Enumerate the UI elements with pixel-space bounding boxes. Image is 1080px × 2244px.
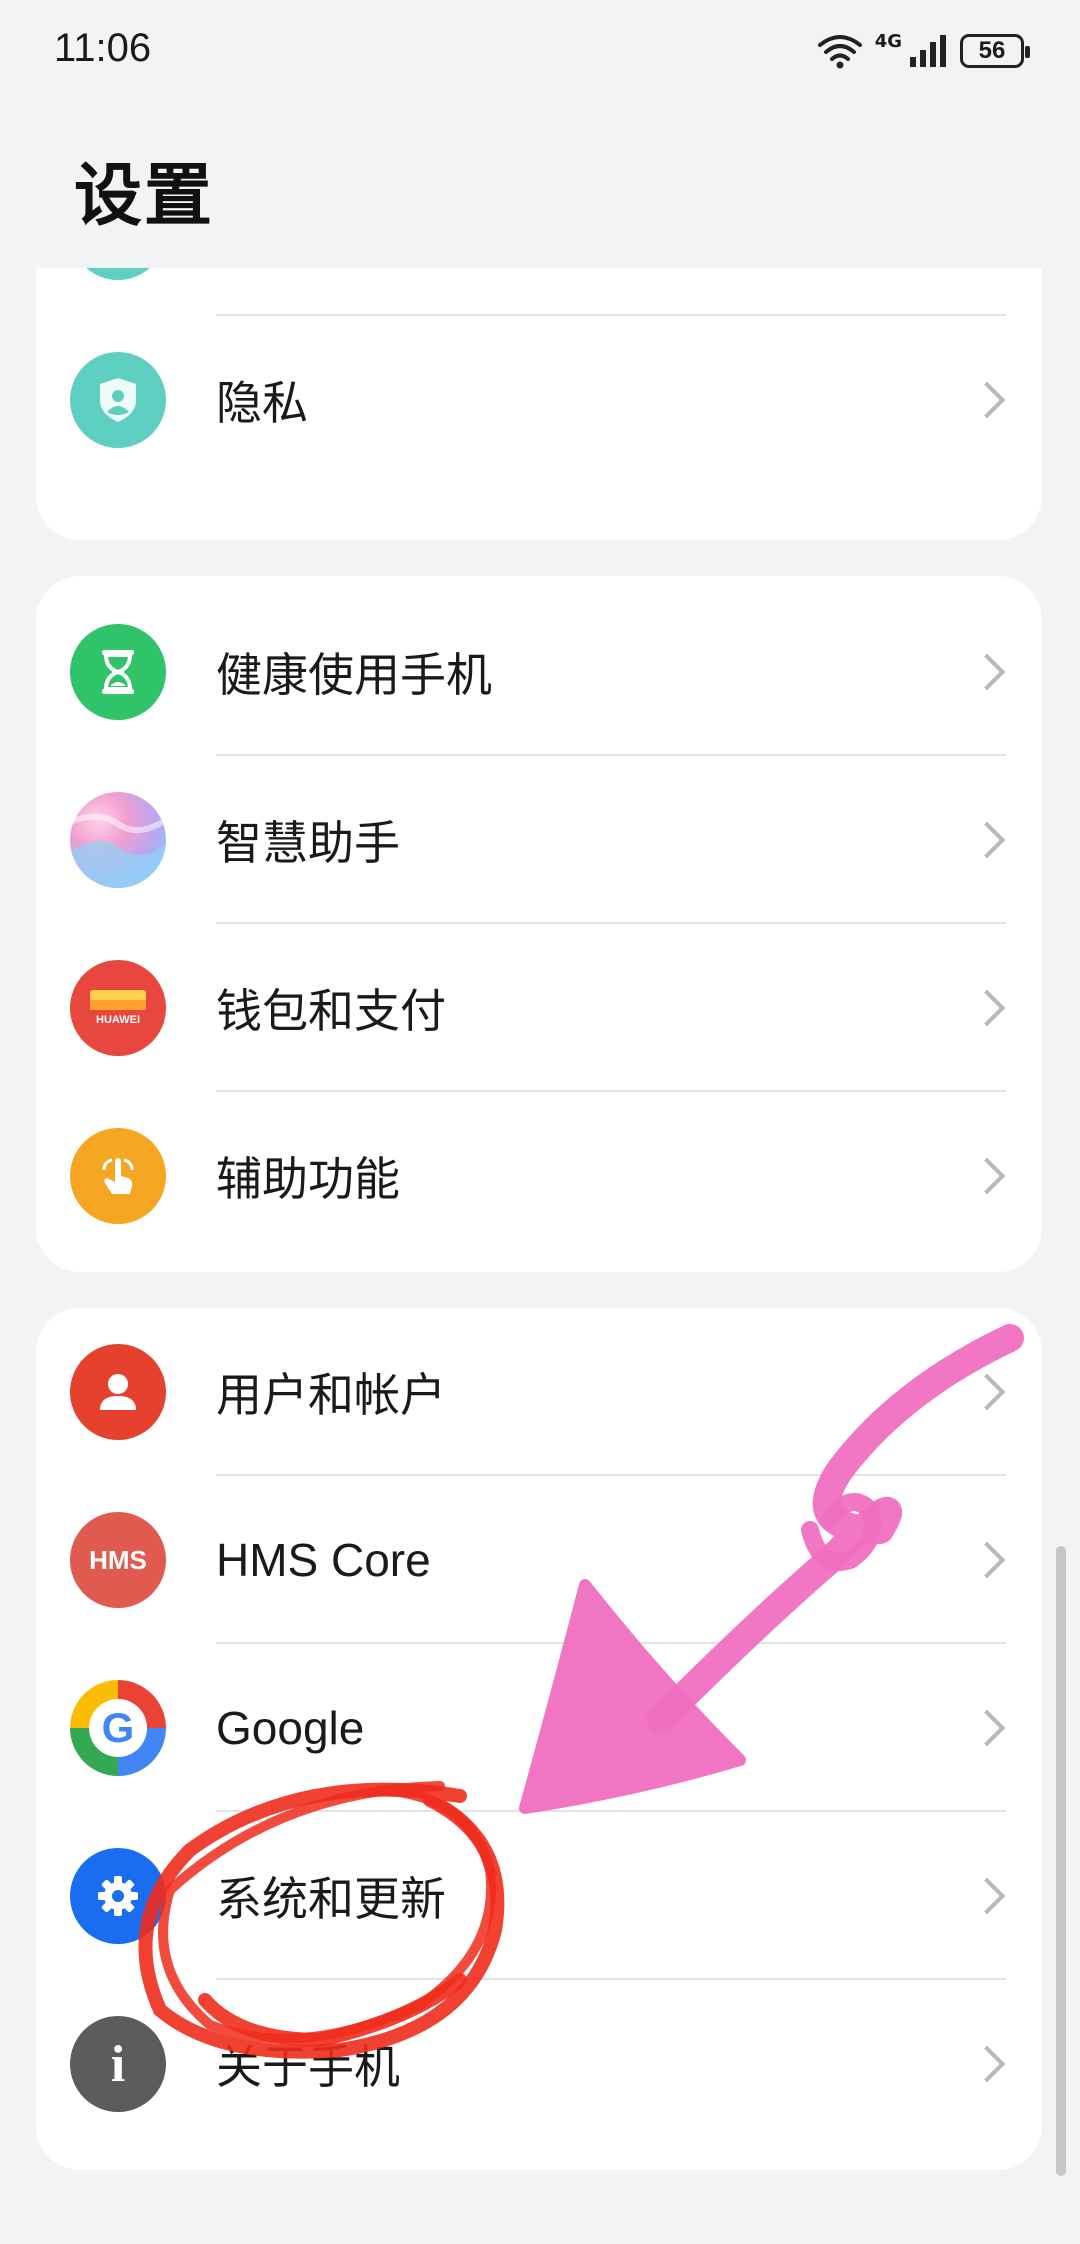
hourglass-icon: [70, 624, 166, 720]
wallet-icon: HUAWEI: [70, 960, 166, 1056]
settings-group-accounts: 用户和帐户 HMS HMS Core G Google 系统和更新 i 关于手机: [36, 1308, 1042, 2170]
settings-item-privacy[interactable]: 隐私: [36, 316, 1042, 484]
settings-item-label: 辅助功能: [216, 1152, 400, 1206]
google-g-letter: G: [101, 1704, 135, 1751]
chevron-right-icon: [968, 1541, 1006, 1579]
chevron-right-icon: [968, 1157, 1006, 1195]
signal-icon: [910, 35, 946, 67]
settings-item-security[interactable]: 安全: [36, 268, 1042, 316]
security-shield-icon: [70, 268, 166, 280]
settings-item-system-update[interactable]: 系统和更新: [36, 1812, 1042, 1980]
chevron-right-icon: [968, 821, 1006, 859]
chevron-right-icon: [968, 1709, 1006, 1747]
chevron-right-icon: [968, 1373, 1006, 1411]
settings-item-digital-balance[interactable]: 健康使用手机: [36, 588, 1042, 756]
google-icon: G: [70, 1680, 166, 1776]
chevron-right-icon: [968, 989, 1006, 1027]
settings-item-label: HMS Core: [216, 1534, 431, 1586]
settings-item-hms-core[interactable]: HMS HMS Core: [36, 1476, 1042, 1644]
settings-group-wellbeing: 健康使用手机 智慧助手 HUAWEI 钱包和支付 辅助功能: [36, 576, 1042, 1272]
status-bar: 11:06 4G 56: [0, 0, 1080, 110]
settings-item-label: Google: [216, 1702, 365, 1754]
scrollbar[interactable]: [1056, 1546, 1066, 2176]
gear-icon: [70, 1848, 166, 1944]
settings-item-wallet[interactable]: HUAWEI 钱包和支付: [36, 924, 1042, 1092]
status-icons: 4G 56: [817, 28, 1030, 74]
settings-item-about-phone[interactable]: i 关于手机: [36, 1980, 1042, 2148]
privacy-icon: [70, 352, 166, 448]
chevron-right-icon: [968, 381, 1006, 419]
wifi-icon: [817, 35, 862, 69]
settings-item-users-accounts[interactable]: 用户和帐户: [36, 1308, 1042, 1476]
settings-item-accessibility[interactable]: 辅助功能: [36, 1092, 1042, 1260]
chevron-right-icon: [968, 653, 1006, 691]
settings-item-label: 系统和更新: [216, 1872, 446, 1926]
info-icon: i: [70, 2016, 166, 2112]
network-type-label: 4G: [874, 30, 902, 52]
battery-level: 56: [978, 37, 1006, 64]
wallet-card-stripe: [90, 1000, 146, 1010]
page-title: 设置: [74, 157, 215, 236]
settings-item-label: 关于手机: [216, 2040, 400, 2094]
settings-item-label: 健康使用手机: [216, 648, 492, 702]
wallet-brand-text: HUAWEI: [96, 1014, 140, 1026]
hms-core-icon: HMS: [70, 1512, 166, 1608]
settings-item-label: 钱包和支付: [216, 984, 446, 1038]
status-time: 11:06: [54, 26, 152, 70]
wallet-card-stripe: [90, 990, 146, 1000]
google-g-badge: G: [89, 1699, 147, 1757]
battery-icon: 56: [960, 34, 1030, 68]
settings-list[interactable]: 安全 隐私: [0, 268, 1080, 2244]
settings-item-label: 智慧助手: [216, 816, 400, 870]
hms-icon-text: HMS: [89, 1544, 147, 1575]
settings-group-security: 安全 隐私: [36, 268, 1042, 540]
chevron-right-icon: [968, 1877, 1006, 1915]
user-icon: [70, 1344, 166, 1440]
settings-item-smart-assistant[interactable]: 智慧助手: [36, 756, 1042, 924]
settings-item-google[interactable]: G Google: [36, 1644, 1042, 1812]
settings-item-label: 用户和帐户: [216, 1368, 446, 1422]
accessibility-hand-icon: [70, 1128, 166, 1224]
info-icon-letter: i: [110, 2035, 126, 2093]
settings-item-label: 隐私: [216, 376, 308, 430]
chevron-right-icon: [968, 2045, 1006, 2083]
assistant-icon: [70, 792, 166, 888]
